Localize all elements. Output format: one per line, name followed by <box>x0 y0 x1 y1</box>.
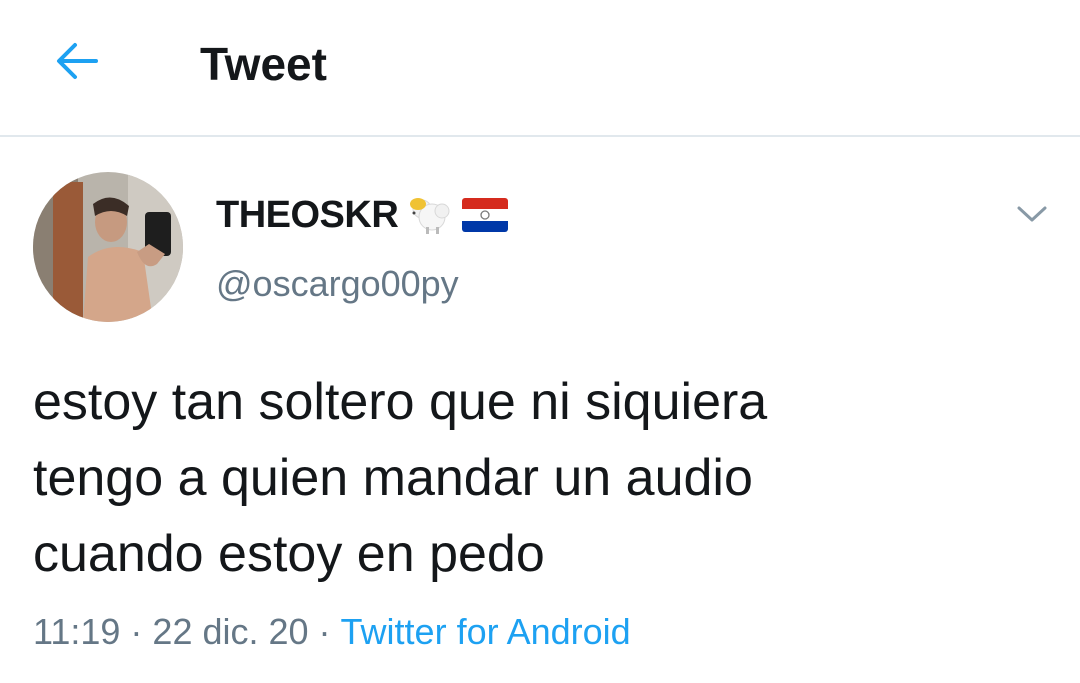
tweet-meta: 11:19 · 22 dic. 20 · Twitter for Android <box>33 608 631 656</box>
user-handle[interactable]: @oscargo00py <box>216 262 459 306</box>
author-name-row: THEOSKR <box>216 190 509 240</box>
tweet-time: 11:19 <box>33 611 121 652</box>
arrow-left-icon <box>57 43 98 79</box>
tweet-menu-button[interactable] <box>1008 194 1056 234</box>
tweet-detail-page: Tweet THEOSKR @oscargo00py estoy tan sol… <box>0 0 1080 683</box>
tweet-source-link[interactable]: Twitter for Android <box>341 611 631 652</box>
tweet-date: 22 dic. 20 <box>152 611 309 652</box>
paraguay-flag-emoji <box>462 198 509 232</box>
avatar-photo <box>33 172 183 322</box>
separator: · <box>130 611 143 652</box>
avatar[interactable] <box>33 172 183 322</box>
display-name[interactable]: THEOSKR <box>216 194 399 237</box>
tweet-text: estoy tan soltero que ni siquiera tengo … <box>33 373 768 583</box>
sheep-emoji <box>408 195 452 235</box>
back-button[interactable] <box>46 36 106 86</box>
top-bar: Tweet <box>0 0 1080 137</box>
separator: · <box>318 611 331 652</box>
chevron-down-icon <box>1017 206 1047 222</box>
page-title: Tweet <box>200 38 327 90</box>
